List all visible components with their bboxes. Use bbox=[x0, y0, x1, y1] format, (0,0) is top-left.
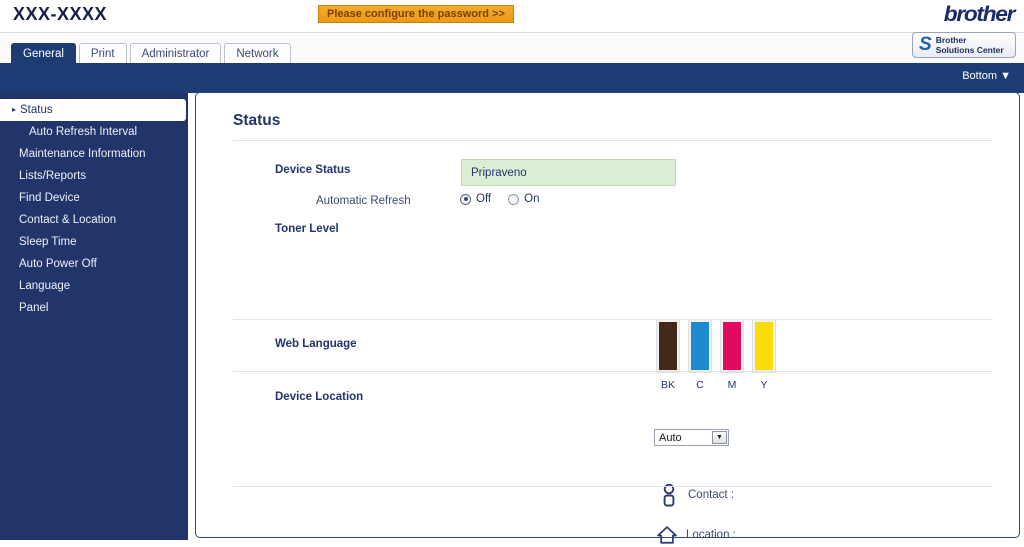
brother-solutions-center-button[interactable]: S Brother Solutions Center bbox=[912, 32, 1016, 58]
tab-list: General Print Administrator Network bbox=[11, 43, 291, 63]
content-panel: Status Device Status Pripraveno Automati… bbox=[195, 92, 1020, 544]
device-location-label: Device Location bbox=[275, 391, 364, 403]
divider-above-device-location bbox=[233, 371, 993, 372]
sidebar-item-find-device[interactable]: Find Device bbox=[0, 187, 188, 209]
toner-tube-y bbox=[752, 319, 776, 373]
tab-administrator[interactable]: Administrator bbox=[129, 43, 222, 63]
divider-title bbox=[233, 140, 993, 141]
toner-level-label: Toner Level bbox=[275, 223, 339, 235]
solutions-center-label: Brother Solutions Center bbox=[936, 35, 1004, 55]
home-icon bbox=[657, 526, 677, 544]
toner-gauge-bk: BK bbox=[656, 319, 680, 391]
divider-bottom bbox=[233, 486, 993, 487]
web-based-management-page: XXX-XXXX Please configure the password >… bbox=[0, 0, 1024, 544]
automatic-refresh-label: Automatic Refresh bbox=[316, 195, 411, 207]
contact-label: Contact : bbox=[688, 489, 735, 501]
sidebar-item-auto-refresh-interval[interactable]: Auto Refresh Interval bbox=[0, 121, 188, 143]
web-language-select[interactable]: Auto ▼ bbox=[654, 429, 729, 446]
toner-fill-c bbox=[691, 322, 709, 370]
sidebar-item-panel[interactable]: Panel bbox=[0, 297, 188, 319]
automatic-refresh-radio-group: Off On bbox=[460, 193, 539, 205]
solutions-center-line2: Solutions Center bbox=[935, 45, 1004, 55]
sidebar-item-lists-reports[interactable]: Lists/Reports bbox=[0, 165, 188, 187]
toner-gauge-c: C bbox=[688, 319, 712, 391]
toner-caption-y: Y bbox=[760, 379, 768, 391]
toner-tube-c bbox=[688, 319, 712, 373]
location-label: Location : bbox=[686, 529, 736, 541]
device-status-label: Device Status bbox=[275, 164, 351, 176]
sidebar-navigation: Status Auto Refresh Interval Maintenance… bbox=[0, 93, 188, 540]
toner-tube-bk bbox=[656, 319, 680, 373]
tab-strip: General Print Administrator Network bbox=[0, 33, 1024, 63]
sidebar-item-contact-and-location[interactable]: Contact & Location bbox=[0, 209, 188, 231]
sidebar-item-language[interactable]: Language bbox=[0, 275, 188, 297]
navigation-blue-bar: Bottom ▼ bbox=[0, 63, 1024, 93]
solutions-center-line1: Brother bbox=[935, 35, 967, 45]
divider-above-web-language bbox=[233, 319, 993, 320]
configure-password-button[interactable]: Please configure the password >> bbox=[318, 5, 514, 23]
chevron-down-icon[interactable]: ▼ bbox=[712, 431, 727, 444]
toner-gauge-m: M bbox=[720, 319, 744, 391]
top-header-bar: XXX-XXXX Please configure the password >… bbox=[0, 0, 1024, 33]
sidebar-item-auto-power-off[interactable]: Auto Power Off bbox=[0, 253, 188, 275]
tab-general[interactable]: General bbox=[11, 43, 76, 63]
device-status-value: Pripraveno bbox=[461, 159, 676, 186]
sidebar-item-maintenance-information[interactable]: Maintenance Information bbox=[0, 143, 188, 165]
tab-network[interactable]: Network bbox=[224, 43, 291, 63]
toner-level-gauges: BK C M Y bbox=[656, 319, 776, 391]
radio-refresh-on[interactable] bbox=[508, 193, 520, 205]
page-title: Status bbox=[233, 112, 281, 129]
web-language-label: Web Language bbox=[275, 338, 357, 350]
radio-refresh-off-label: Off bbox=[476, 193, 492, 205]
bottom-jump-link[interactable]: Bottom ▼ bbox=[962, 70, 1011, 82]
toner-fill-y bbox=[755, 322, 773, 370]
device-model-name: XXX-XXXX bbox=[13, 4, 108, 24]
toner-caption-m: M bbox=[727, 379, 737, 391]
radio-refresh-on-label: On bbox=[524, 193, 540, 205]
toner-fill-m bbox=[723, 322, 741, 370]
solutions-center-s-icon: S bbox=[919, 33, 932, 55]
location-row: Location : bbox=[656, 523, 736, 547]
sidebar-item-sleep-time[interactable]: Sleep Time bbox=[0, 231, 188, 253]
toner-gauge-y: Y bbox=[752, 319, 776, 391]
toner-caption-bk: BK bbox=[660, 379, 675, 391]
radio-refresh-off[interactable] bbox=[460, 193, 471, 205]
toner-tube-m bbox=[720, 319, 744, 373]
toner-caption-c: C bbox=[696, 379, 704, 391]
web-language-selected-value: Auto bbox=[659, 431, 682, 444]
tab-print[interactable]: Print bbox=[78, 43, 127, 63]
brother-logo: brother bbox=[943, 3, 1016, 26]
toner-fill-bk bbox=[659, 322, 677, 370]
sidebar-item-status[interactable]: Status bbox=[0, 99, 186, 121]
